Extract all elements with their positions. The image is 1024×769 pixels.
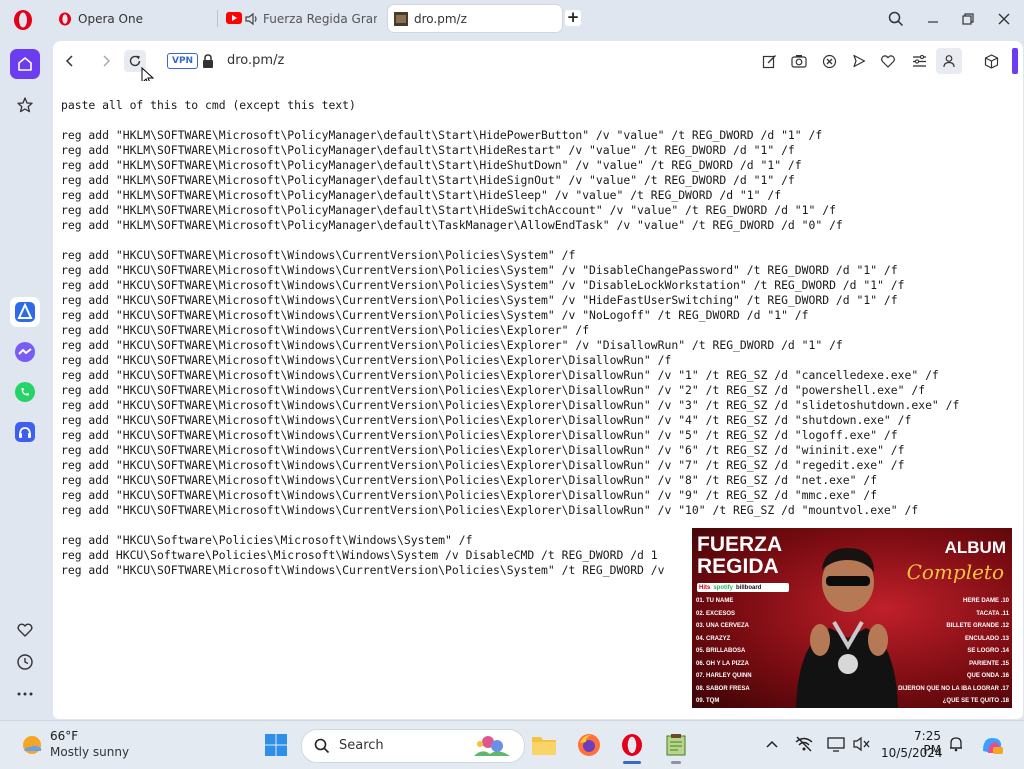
speaker-icon[interactable] bbox=[245, 12, 259, 26]
favorites-heart-icon[interactable] bbox=[10, 615, 40, 645]
weather-temp[interactable]: 66°F bbox=[50, 729, 78, 743]
open-app-indicator bbox=[671, 761, 681, 764]
opera-favicon-icon bbox=[58, 12, 72, 26]
search-label: Search bbox=[339, 738, 384, 753]
minimize-icon[interactable] bbox=[923, 9, 943, 29]
track-item: DIJERON QUE NO LA IBA LOGRAR .17 bbox=[898, 685, 1009, 692]
camera-snapshot-icon[interactable] bbox=[790, 52, 808, 70]
plain-text-body: paste all of this to cmd (except this te… bbox=[61, 98, 960, 577]
track-list-right: HERE DAME .10 TACATA .11 BILLETE GRANDE … bbox=[898, 595, 1009, 708]
messenger-icon[interactable] bbox=[10, 337, 40, 367]
home-icon[interactable] bbox=[10, 49, 40, 79]
album-label-script: Completo bbox=[906, 560, 1004, 584]
sidebar bbox=[0, 38, 50, 720]
track-item: 01. TU NAME bbox=[696, 598, 734, 604]
tab-strip: Opera One Fuerza Regida Grande dro.pm/z … bbox=[0, 0, 1024, 38]
track-item: 05. BRILLABOSA bbox=[696, 648, 746, 654]
tab-dro-pm-active[interactable]: dro.pm/z bbox=[388, 5, 562, 32]
track-item: HERE DAME .10 bbox=[962, 598, 1009, 604]
opera-menu-icon[interactable] bbox=[12, 9, 34, 31]
bookmark-heart-icon[interactable] bbox=[879, 52, 897, 70]
track-item: ¿QUE SE TE QUITO .18 bbox=[942, 698, 1009, 704]
edit-note-icon[interactable] bbox=[760, 52, 778, 70]
track-item: 09. TQM bbox=[696, 698, 720, 704]
firefox-icon[interactable] bbox=[576, 732, 602, 758]
notification-bell-icon[interactable] bbox=[947, 735, 965, 753]
album-platform-badges: Hits spotify billboard bbox=[697, 583, 789, 592]
dro-pm-favicon-icon bbox=[394, 11, 408, 26]
clock-date[interactable]: 10/5/2024 bbox=[881, 746, 943, 760]
address-toolbar: VPN dro.pm/z bbox=[53, 41, 1023, 87]
active-app-indicator bbox=[623, 761, 641, 764]
tab-title: Opera One bbox=[78, 11, 143, 26]
copilot-icon[interactable] bbox=[979, 732, 1005, 758]
volume-mute-icon[interactable] bbox=[853, 735, 871, 753]
weather-desc[interactable]: Mostly sunny bbox=[50, 745, 129, 759]
easy-setup-icon[interactable] bbox=[910, 52, 928, 70]
track-item: 06. OH Y LA PIZZA bbox=[696, 660, 749, 667]
profile-icon[interactable] bbox=[936, 48, 962, 74]
tab-fuerza-regida[interactable]: Fuerza Regida Grande bbox=[220, 5, 386, 32]
track-item: PARIENTE .15 bbox=[969, 660, 1009, 667]
show-hidden-icons-chevron-icon[interactable] bbox=[763, 735, 781, 753]
windows-start-icon[interactable] bbox=[264, 733, 288, 757]
display-cast-icon[interactable] bbox=[827, 735, 845, 753]
forward-icon[interactable] bbox=[95, 50, 117, 72]
aria-ai-icon[interactable] bbox=[10, 297, 40, 327]
track-item: 03. UNA CERVEZA bbox=[696, 623, 750, 629]
track-item: 02. EXCESOS bbox=[696, 610, 736, 617]
tab-title: Fuerza Regida Grande bbox=[263, 11, 377, 26]
back-icon[interactable] bbox=[59, 50, 81, 72]
tab-title: dro.pm/z bbox=[414, 11, 467, 26]
windows-taskbar: 66°F Mostly sunny Search 7:25 PM 10/5/20… bbox=[0, 720, 1024, 769]
search-icon bbox=[314, 738, 330, 758]
track-item: 07. HARLEY QUINN bbox=[696, 673, 752, 679]
flow-send-icon[interactable] bbox=[850, 52, 868, 70]
notepad-app-icon[interactable] bbox=[663, 732, 689, 758]
pinboard-star-icon[interactable] bbox=[10, 90, 40, 120]
search-tabs-icon[interactable] bbox=[886, 9, 906, 29]
lock-icon[interactable] bbox=[202, 53, 214, 72]
close-icon[interactable] bbox=[994, 9, 1014, 29]
track-item: 04. CRAZYZ bbox=[696, 635, 731, 642]
track-item: TACATA .11 bbox=[976, 610, 1009, 617]
badge-hits: Hits bbox=[699, 584, 711, 591]
album-cover-overlay[interactable]: FUERZA REGIDA ALBUM Completo Hits spotif… bbox=[692, 528, 1012, 708]
tab-divider bbox=[217, 10, 218, 27]
restore-icon[interactable] bbox=[958, 9, 978, 29]
youtube-icon bbox=[226, 11, 242, 26]
track-item: QUE ONDA .16 bbox=[966, 673, 1009, 679]
music-player-icon[interactable] bbox=[10, 417, 40, 447]
more-dots-icon[interactable] bbox=[10, 679, 40, 709]
badge-spotify: spotify bbox=[713, 584, 734, 591]
network-offline-icon[interactable] bbox=[795, 735, 813, 753]
badge-billboard: billboard bbox=[736, 584, 762, 591]
track-list-left: 01. TU NAME 02. EXCESOS 03. UNA CERVEZA … bbox=[696, 595, 752, 708]
weather-sun-icon[interactable] bbox=[20, 733, 44, 757]
track-item: SE LOGRO .14 bbox=[967, 648, 1009, 654]
taskbar-search[interactable]: Search bbox=[301, 729, 525, 763]
adblocker-icon[interactable] bbox=[820, 52, 838, 70]
url-field[interactable]: dro.pm/z bbox=[227, 53, 284, 68]
track-item: ENCULADO .13 bbox=[964, 635, 1009, 642]
track-item: BILLETE GRANDE .12 bbox=[946, 623, 1009, 629]
history-clock-icon[interactable] bbox=[10, 647, 40, 677]
singer-photo bbox=[796, 548, 898, 708]
sidebar-toggle-strip[interactable] bbox=[1012, 48, 1018, 74]
extensions-cube-icon[interactable] bbox=[982, 52, 1000, 70]
track-item: 08. SABOR FRESA bbox=[696, 685, 750, 692]
file-explorer-icon[interactable] bbox=[531, 732, 557, 758]
whatsapp-icon[interactable] bbox=[10, 377, 40, 407]
new-tab-button[interactable]: + bbox=[565, 10, 581, 26]
vpn-badge[interactable]: VPN bbox=[167, 53, 199, 69]
album-artist: FUERZA REGIDA bbox=[697, 533, 783, 578]
search-highlight-icon bbox=[470, 732, 516, 764]
tab-opera-one[interactable]: Opera One bbox=[52, 5, 220, 32]
opera-taskbar-icon[interactable] bbox=[619, 732, 645, 758]
album-label: ALBUM bbox=[944, 538, 1006, 557]
